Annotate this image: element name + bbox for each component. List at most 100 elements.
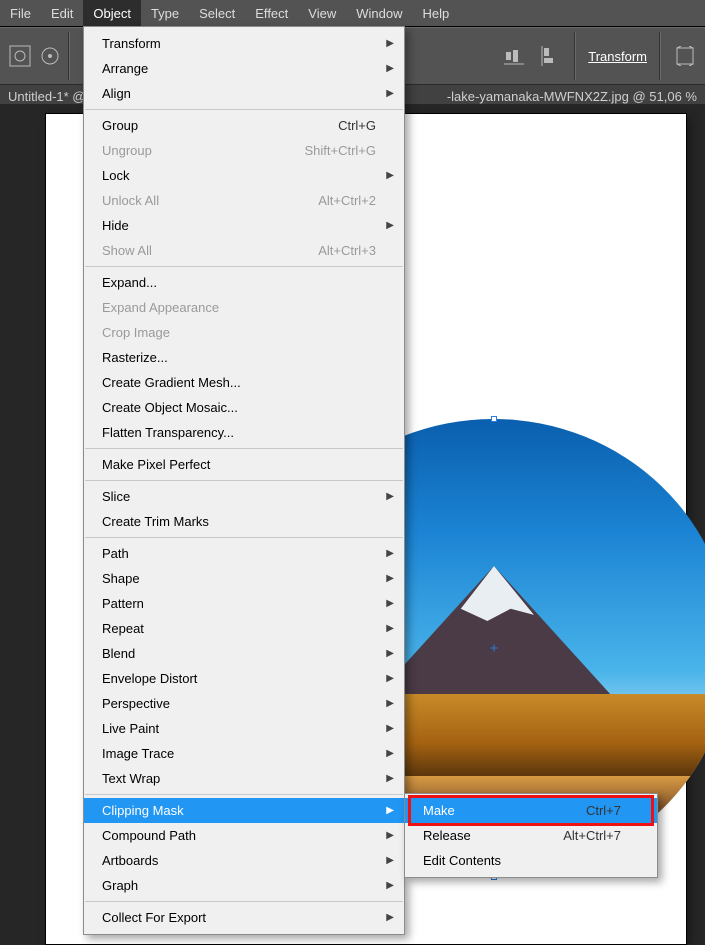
menu-object[interactable]: Object <box>83 0 141 26</box>
menu-item-clipping-mask[interactable]: Clipping Mask▶ <box>84 798 404 823</box>
menu-view[interactable]: View <box>298 0 346 26</box>
menu-item-unlock-all: Unlock AllAlt+Ctrl+2 <box>84 188 404 213</box>
menu-item-shape[interactable]: Shape▶ <box>84 566 404 591</box>
menu-item-show-all: Show All Alt+Ctrl+3 <box>84 238 404 263</box>
submenu-arrow-icon: ▶ <box>386 38 394 49</box>
menu-item-compound-path[interactable]: Compound Path▶ <box>84 823 404 848</box>
menu-item-label: Transform <box>102 36 376 51</box>
submenu-arrow-icon: ▶ <box>386 673 394 684</box>
menu-item-flatten-transparency[interactable]: Flatten Transparency... <box>84 420 404 445</box>
target-icon[interactable] <box>38 44 62 68</box>
menu-item-label: Blend <box>102 646 376 661</box>
submenu-item-edit-contents[interactable]: Edit Contents <box>405 848 657 873</box>
menu-item-shortcut: Alt+Ctrl+3 <box>318 243 376 258</box>
submenu-arrow-icon: ▶ <box>386 63 394 74</box>
submenu-arrow-icon: ▶ <box>386 912 394 923</box>
align-vertical-icon[interactable] <box>538 44 562 68</box>
submenu-arrow-icon: ▶ <box>386 855 394 866</box>
menu-select[interactable]: Select <box>189 0 245 26</box>
separator <box>659 32 661 80</box>
tab-left-text[interactable]: Untitled-1* @ <box>8 89 86 104</box>
submenu-arrow-icon: ▶ <box>386 748 394 759</box>
selection-handle[interactable] <box>491 416 497 422</box>
menu-item-label: Perspective <box>102 696 376 711</box>
menu-item-expand[interactable]: Expand... <box>84 270 404 295</box>
menu-window[interactable]: Window <box>346 0 412 26</box>
menu-item-collect-for-export[interactable]: Collect For Export▶ <box>84 905 404 930</box>
menu-item-label: Edit Contents <box>423 853 621 868</box>
menu-item-label: Group <box>102 118 298 133</box>
menu-item-label: Artboards <box>102 853 376 868</box>
menu-item-label: Expand Appearance <box>102 300 376 315</box>
menu-item-shortcut: Ctrl+7 <box>586 803 621 818</box>
submenu-arrow-icon: ▶ <box>386 491 394 502</box>
menu-item-create-object-mosaic[interactable]: Create Object Mosaic... <box>84 395 404 420</box>
menu-item-pattern[interactable]: Pattern▶ <box>84 591 404 616</box>
submenu-arrow-icon: ▶ <box>386 805 394 816</box>
menu-item-label: Graph <box>102 878 376 893</box>
menu-item-transform[interactable]: Transform ▶ <box>84 31 404 56</box>
menu-item-path[interactable]: Path ▶ <box>84 541 404 566</box>
menu-item-label: Expand... <box>102 275 376 290</box>
menu-item-create-trim-marks[interactable]: Create Trim Marks <box>84 509 404 534</box>
menu-item-live-paint[interactable]: Live Paint▶ <box>84 716 404 741</box>
isolate-icon[interactable] <box>673 44 697 68</box>
no-selection-icon[interactable] <box>8 44 32 68</box>
menu-help[interactable]: Help <box>412 0 459 26</box>
menu-item-artboards[interactable]: Artboards ▶ <box>84 848 404 873</box>
submenu-item-make[interactable]: Make Ctrl+7 <box>405 798 657 823</box>
menu-item-slice[interactable]: Slice▶ <box>84 484 404 509</box>
submenu-arrow-icon: ▶ <box>386 573 394 584</box>
menu-item-label: Rasterize... <box>102 350 376 365</box>
menu-item-hide[interactable]: Hide▶ <box>84 213 404 238</box>
menu-item-make-pixel-perfect[interactable]: Make Pixel Perfect <box>84 452 404 477</box>
menu-item-label: Release <box>423 828 523 843</box>
submenu-arrow-icon: ▶ <box>386 880 394 891</box>
menu-item-create-gradient-mesh[interactable]: Create Gradient Mesh... <box>84 370 404 395</box>
menu-item-shortcut: Alt+Ctrl+7 <box>563 828 621 843</box>
menu-item-align[interactable]: Align ▶ <box>84 81 404 106</box>
menu-item-label: Make <box>423 803 546 818</box>
menu-item-arrange[interactable]: Arrange ▶ <box>84 56 404 81</box>
submenu-arrow-icon: ▶ <box>386 623 394 634</box>
menu-item-rasterize[interactable]: Rasterize... <box>84 345 404 370</box>
submenu-item-release[interactable]: Release Alt+Ctrl+7 <box>405 823 657 848</box>
menu-separator <box>85 109 403 110</box>
menu-item-label: Repeat <box>102 621 376 636</box>
menu-item-label: Arrange <box>102 61 376 76</box>
menu-separator <box>85 448 403 449</box>
menu-item-label: Show All <box>102 243 278 258</box>
menu-item-label: Align <box>102 86 376 101</box>
menu-item-crop-image: Crop Image <box>84 320 404 345</box>
menu-item-label: Create Object Mosaic... <box>102 400 376 415</box>
transform-panel-link[interactable]: Transform <box>588 49 647 64</box>
submenu-arrow-icon: ▶ <box>386 548 394 559</box>
menu-separator <box>85 266 403 267</box>
menu-effect[interactable]: Effect <box>245 0 298 26</box>
menu-item-group[interactable]: Group Ctrl+G <box>84 113 404 138</box>
submenu-arrow-icon: ▶ <box>386 88 394 99</box>
menu-item-perspective[interactable]: Perspective▶ <box>84 691 404 716</box>
tab-right-text[interactable]: -lake-yamanaka-MWFNX2Z.jpg @ 51,06 % <box>447 89 697 104</box>
menu-separator <box>85 901 403 902</box>
menu-item-image-trace[interactable]: Image Trace▶ <box>84 741 404 766</box>
menu-item-repeat[interactable]: Repeat ▶ <box>84 616 404 641</box>
menu-item-label: Path <box>102 546 376 561</box>
submenu-arrow-icon: ▶ <box>386 723 394 734</box>
menu-item-graph[interactable]: Graph ▶ <box>84 873 404 898</box>
align-horizontal-icon[interactable] <box>502 44 526 68</box>
menu-separator <box>85 537 403 538</box>
menu-file[interactable]: File <box>0 0 41 26</box>
menu-item-text-wrap[interactable]: Text Wrap▶ <box>84 766 404 791</box>
menu-item-blend[interactable]: Blend▶ <box>84 641 404 666</box>
menu-item-lock[interactable]: Lock▶ <box>84 163 404 188</box>
menu-item-shortcut: Alt+Ctrl+2 <box>318 193 376 208</box>
menu-type[interactable]: Type <box>141 0 189 26</box>
menu-edit[interactable]: Edit <box>41 0 83 26</box>
menu-item-shortcut: Ctrl+G <box>338 118 376 133</box>
menubar: FileEditObjectTypeSelectEffectViewWindow… <box>0 0 705 27</box>
menu-item-label: Crop Image <box>102 325 376 340</box>
separator <box>68 32 70 80</box>
menu-item-label: Create Gradient Mesh... <box>102 375 376 390</box>
menu-item-envelope-distort[interactable]: Envelope Distort▶ <box>84 666 404 691</box>
